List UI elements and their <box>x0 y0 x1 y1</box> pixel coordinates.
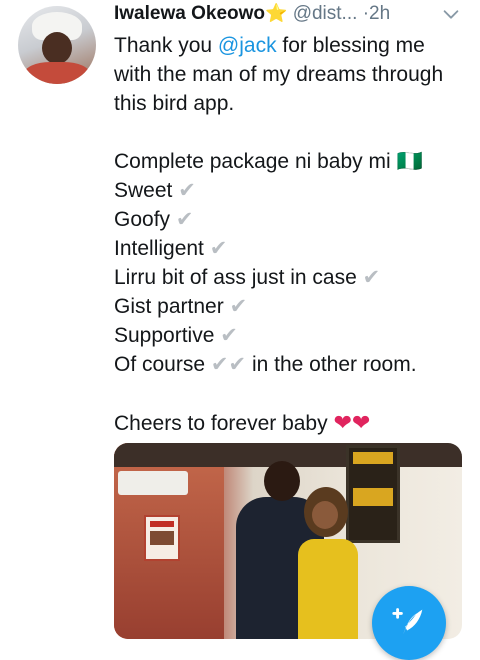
check-mark-icon: ✔ <box>220 324 238 347</box>
tweet-text-line: Lirru bit of ass just in case <box>114 266 357 289</box>
check-mark-icon: ✔ <box>209 237 228 260</box>
tweet-text-line: Sweet <box>114 179 173 202</box>
tweet-text: Thank you @jack for blessing me with the… <box>114 31 464 437</box>
photo-person-woman <box>292 487 362 639</box>
tweet-text-line: Goofy <box>114 208 171 231</box>
air-conditioner <box>118 471 188 495</box>
tweet-text-line: Supportive <box>114 324 215 347</box>
tweet-text-line: Gist partner <box>114 295 224 318</box>
tweet-text-line: Intelligent <box>114 237 204 260</box>
author-name[interactable]: Iwalewa Okeowo <box>114 3 265 24</box>
wall-sign <box>144 515 180 561</box>
heart-icon: ❤ <box>333 410 352 435</box>
check-mark-icon: ✔ <box>178 179 196 202</box>
tweet-text-line: in the other room. <box>246 353 417 376</box>
check-mark-icon: ✔ <box>229 295 248 318</box>
tweet-text-line: for blessing me <box>276 34 425 57</box>
star-emoji: ⭐ <box>265 3 288 23</box>
author-handle[interactable]: @dist... <box>293 3 358 24</box>
tweet-text-line: Cheers to forever baby <box>114 412 328 435</box>
chevron-down-icon[interactable] <box>440 3 462 25</box>
check-mark-icon: ✔ <box>362 266 381 289</box>
heart-icon: ❤ <box>351 410 371 435</box>
tweet-text-line: with the man of my dreams through <box>114 63 444 86</box>
compose-tweet-icon <box>392 608 423 635</box>
avatar[interactable] <box>18 6 96 84</box>
check-mark-icon: ✔ <box>175 208 194 231</box>
tweet-text-line: this bird app. <box>114 92 235 115</box>
tweet-header: Iwalewa Okeowo⭐ @dist... ·2h <box>114 3 462 31</box>
check-mark-icon: ✔ <box>210 353 229 376</box>
compose-tweet-button[interactable] <box>372 586 446 660</box>
tweet-text-line: Of course <box>114 353 206 376</box>
check-mark-icon: ✔ <box>228 353 247 376</box>
tweet-text-line: Thank you <box>114 34 218 57</box>
tweet-text-line: Complete package ni baby mi 🇳🇬 <box>114 150 423 173</box>
mention-link[interactable]: @jack <box>218 34 277 57</box>
timestamp[interactable]: 2h <box>369 3 390 24</box>
